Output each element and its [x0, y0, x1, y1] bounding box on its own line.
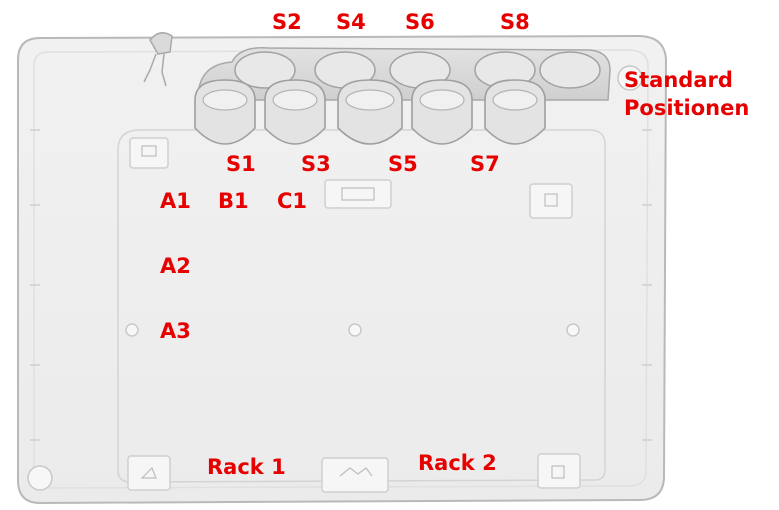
sample-position-label: B1 [218, 189, 249, 213]
standard-position-label: S1 [226, 152, 256, 176]
caption-line: Positionen [624, 96, 750, 120]
sample-position-label: A1 [160, 189, 191, 213]
standard-position-label: S7 [470, 152, 500, 176]
standard-position-label: S6 [405, 10, 435, 34]
standard-position-label: S5 [388, 152, 418, 176]
sample-position-label: C1 [277, 189, 308, 213]
standard-positions-caption: Standard Positionen [624, 66, 749, 122]
caption-line: Standard [624, 68, 733, 92]
standard-position-label: S2 [272, 10, 302, 34]
sample-position-label: A3 [160, 319, 191, 343]
standard-position-label: S4 [336, 10, 366, 34]
rack-label: Rack 2 [418, 451, 497, 475]
standard-position-label: S3 [301, 152, 331, 176]
standard-position-label: S8 [500, 10, 530, 34]
sample-position-label: A2 [160, 254, 191, 278]
rack-label: Rack 1 [207, 455, 286, 479]
